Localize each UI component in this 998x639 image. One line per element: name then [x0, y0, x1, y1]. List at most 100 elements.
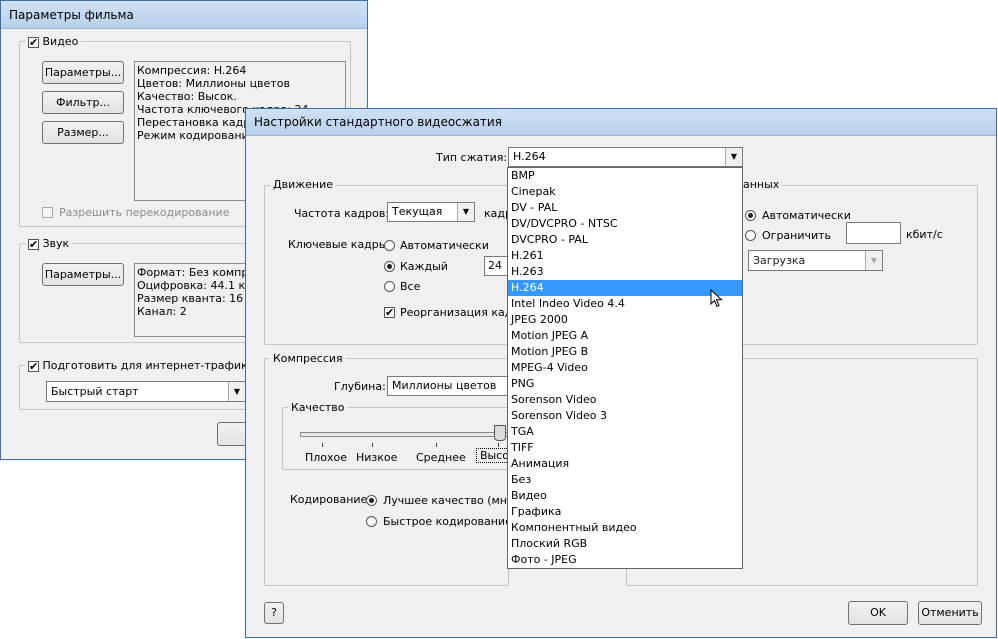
dropdown-option[interactable]: Motion JPEG B — [508, 344, 742, 360]
encoding-fast-label: Быстрое кодирование (о — [383, 515, 527, 528]
ok-button[interactable]: OK — [848, 601, 908, 625]
dropdown-option[interactable]: Анимация — [508, 456, 742, 472]
data-rate-limit-label: Ограничить — [762, 229, 832, 242]
cancel-button[interactable]: Отменить — [918, 601, 982, 625]
video-legend: ✔ Видео — [25, 35, 82, 48]
data-rate-auto-label: Автоматически — [762, 209, 851, 222]
keyframes-auto-radio[interactable] — [384, 240, 395, 251]
compression-type-label: Тип сжатия: — [436, 151, 508, 164]
dropdown-option[interactable]: Видео — [508, 488, 742, 504]
dropdown-option[interactable]: Intel Indeo Video 4.4 — [508, 296, 742, 312]
depth-label: Глубина: — [334, 380, 386, 393]
internet-legend: ✔ Подготовить для интернет-трафика — [25, 359, 258, 372]
dropdown-option[interactable]: H.261 — [508, 248, 742, 264]
dropdown-option[interactable]: MPEG-4 Video — [508, 360, 742, 376]
data-rate-limit-radio[interactable] — [745, 230, 756, 241]
video-checkbox[interactable]: ✔ — [28, 37, 39, 48]
dropdown-option[interactable]: Motion JPEG A — [508, 328, 742, 344]
allow-transcode-label: Разрешить перекодирование — [59, 206, 230, 219]
quality-tick-label: Низкое — [356, 451, 398, 464]
internet-mode-select[interactable]: Быстрый старт ▼ — [46, 381, 246, 402]
sound-legend: ✔ Звук — [25, 237, 73, 250]
data-rate-auto-radio[interactable] — [745, 210, 756, 221]
keyframes-all-label: Все — [400, 280, 421, 293]
internet-label: Подготовить для интернет-трафика — [42, 359, 255, 372]
keyframes-every-label: Каждый — [400, 260, 448, 273]
quality-legend: Качество — [288, 401, 348, 414]
encoding-label: Кодирование: — [290, 493, 372, 506]
compression-settings-title: Настройки стандартного видеосжатия — [254, 115, 502, 129]
dropdown-option[interactable]: Без — [508, 472, 742, 488]
dropdown-option[interactable]: BMP — [508, 168, 742, 184]
compression-legend: Компрессия — [270, 352, 346, 365]
dropdown-option[interactable]: Cinepak — [508, 184, 742, 200]
video-info-line: Компрессия: H.264 — [137, 64, 247, 77]
quality-slider-track[interactable] — [300, 432, 512, 437]
dropdown-option[interactable]: PNG — [508, 376, 742, 392]
dropdown-option[interactable]: Плоский RGB — [508, 536, 742, 552]
mouse-cursor-icon — [710, 289, 723, 308]
keyframes-every-value: 24 — [488, 259, 502, 272]
sound-settings-button[interactable]: Параметры... — [42, 263, 124, 286]
compression-type-value: H.264 — [513, 150, 546, 163]
dropdown-option[interactable]: H.263 — [508, 264, 742, 280]
dropdown-option[interactable]: Графика — [508, 504, 742, 520]
frame-rate-select[interactable]: Текущая ▼ — [387, 202, 475, 222]
internet-checkbox[interactable]: ✔ — [28, 361, 39, 372]
dropdown-option[interactable]: DVCPRO - PAL — [508, 232, 742, 248]
encoding-best-label: Лучшее качество (много — [383, 494, 527, 507]
movie-settings-title: Параметры фильма — [9, 8, 134, 22]
dropdown-option[interactable]: TIFF — [508, 440, 742, 456]
compression-type-options: BMP Cinepak DV - PAL DV/DVCPRO - NTSC DVCPRO… — [508, 168, 742, 568]
data-rate-limit-input[interactable] — [846, 222, 901, 244]
data-rate-mode-select[interactable]: Загрузка ▼ — [748, 250, 883, 271]
dropdown-option[interactable]: Sorenson Video — [508, 392, 742, 408]
video-info-line: Качество: Высок. — [137, 90, 237, 103]
quality-tick — [436, 443, 437, 447]
encoding-fast-radio[interactable] — [366, 516, 377, 527]
video-info-line: Цветов: Миллионы цветов — [137, 77, 290, 90]
video-settings-button[interactable]: Параметры... — [42, 61, 124, 84]
keyframes-every-radio[interactable] — [384, 261, 395, 272]
video-filter-button[interactable]: Фильтр... — [42, 91, 124, 114]
dropdown-option[interactable]: DV/DVCPRO - NTSC — [508, 216, 742, 232]
video-size-button[interactable]: Размер... — [42, 121, 124, 144]
dropdown-option[interactable]: Компонентный видео — [508, 520, 742, 536]
depth-value: Миллионы цветов — [392, 379, 497, 392]
frame-rate-value: Текущая — [392, 205, 443, 218]
dropdown-option[interactable]: DV - PAL — [508, 200, 742, 216]
data-rate-legend: анных — [740, 178, 783, 191]
chevron-down-icon: ▼ — [228, 382, 245, 401]
depth-select[interactable]: Миллионы цветов — [387, 376, 517, 396]
compression-type-select[interactable]: H.264 ▼ — [508, 147, 743, 167]
motion-legend: Движение — [270, 178, 337, 191]
allow-transcode-checkbox[interactable] — [42, 207, 53, 218]
dropdown-option[interactable]: Фото - JPEG — [508, 552, 742, 568]
quality-tick — [372, 443, 373, 447]
keyframes-label: Ключевые кадры: — [288, 238, 392, 251]
sound-checkbox[interactable]: ✔ — [28, 239, 39, 250]
dropdown-option[interactable]: H.264 — [508, 280, 742, 296]
compression-settings-titlebar[interactable]: Настройки стандартного видеосжатия — [246, 109, 996, 136]
quality-tick — [322, 443, 323, 447]
quality-tick — [498, 443, 499, 447]
quality-slider-thumb[interactable] — [494, 425, 506, 441]
chevron-down-icon: ▼ — [865, 251, 882, 270]
keyframes-all-radio[interactable] — [384, 281, 395, 292]
dropdown-option[interactable]: Sorenson Video 3 — [508, 408, 742, 424]
sound-label: Звук — [42, 237, 70, 250]
quality-tick-label: Плохое — [305, 451, 348, 464]
quality-tick-label: Среднее — [416, 451, 466, 464]
chevron-down-icon: ▼ — [725, 148, 742, 166]
data-rate-unit-label: кбит/с — [906, 228, 943, 241]
dropdown-option[interactable]: JPEG 2000 — [508, 312, 742, 328]
dropdown-option[interactable]: TGA — [508, 424, 742, 440]
internet-mode-value: Быстрый старт — [51, 385, 139, 398]
reorder-frames-checkbox[interactable]: ✔ — [384, 307, 395, 318]
compression-type-dropdown[interactable]: BMP Cinepak DV - PAL DV/DVCPRO - NTSC DVCPRO… — [507, 167, 743, 569]
help-button[interactable]: ? — [264, 602, 284, 624]
movie-settings-titlebar[interactable]: Параметры фильма — [1, 1, 367, 29]
frame-rate-label: Частота кадров: — [294, 207, 390, 220]
video-label: Видео — [42, 35, 79, 48]
encoding-best-radio[interactable] — [366, 495, 377, 506]
